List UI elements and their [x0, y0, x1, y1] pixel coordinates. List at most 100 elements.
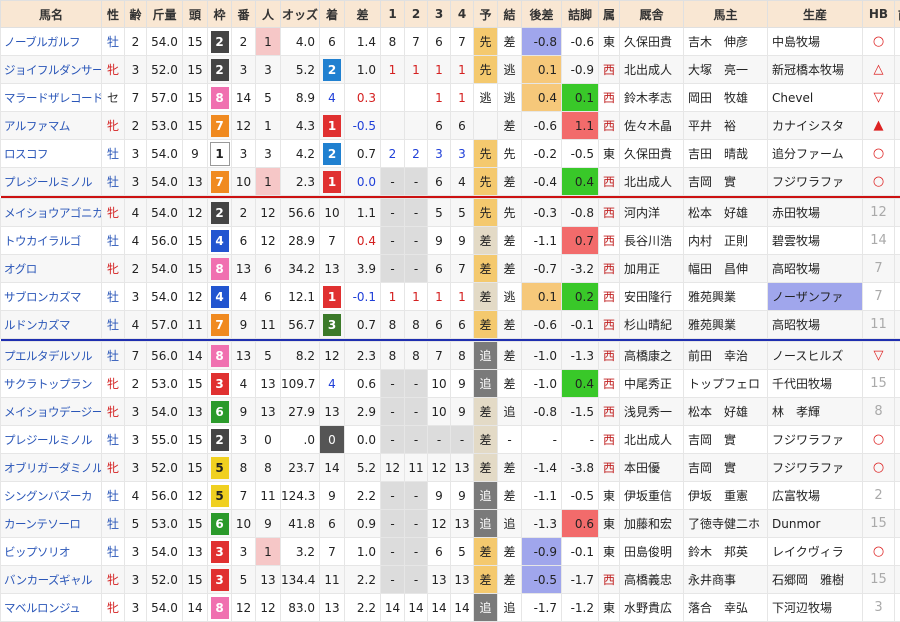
horse-name-link[interactable]: ロスコフ: [1, 140, 102, 168]
horse-name-link[interactable]: バンカーズギャル: [1, 566, 102, 594]
table-row[interactable]: サクラトップラン牝253.0153413109.740.6--109追差-1.0…: [1, 370, 900, 398]
table-row[interactable]: ジョイフルダンサー牝352.0152335.221.01111先逃0.1-0.9…: [1, 56, 900, 84]
breeder-link[interactable]: ノーザンファ: [768, 283, 863, 311]
breeder-link[interactable]: フジワラファ: [768, 426, 863, 454]
column-header[interactable]: 着: [320, 1, 345, 28]
horse-name-link[interactable]: オグロ: [1, 255, 102, 283]
trainer-link[interactable]: 高橋義忠: [620, 566, 684, 594]
owner-link[interactable]: 前田 幸治: [684, 342, 768, 370]
horse-name-link[interactable]: ビップソリオ: [1, 538, 102, 566]
horse-name-link[interactable]: メイショウアゴニカ: [1, 199, 102, 227]
column-header[interactable]: 人: [256, 1, 281, 28]
owner-link[interactable]: 大塚 亮一: [684, 56, 768, 84]
trainer-link[interactable]: 加藤和宏: [620, 510, 684, 538]
horse-name-link[interactable]: ルドンカズマ: [1, 311, 102, 339]
horse-name-link[interactable]: オブリガーダミノル: [1, 454, 102, 482]
breeder-link[interactable]: Chevel: [768, 84, 863, 112]
column-header[interactable]: 生産: [768, 1, 863, 28]
breeder-link[interactable]: フジワラファ: [768, 168, 863, 196]
column-header[interactable]: 1: [381, 1, 405, 28]
column-header[interactable]: 斤量: [147, 1, 183, 28]
owner-link[interactable]: 雅苑興業: [684, 283, 768, 311]
column-header[interactable]: 3: [428, 1, 451, 28]
trainer-link[interactable]: 中尾秀正: [620, 370, 684, 398]
column-header[interactable]: 結: [498, 1, 522, 28]
table-row[interactable]: ノーブルガルフ牡254.0152214.061.48767先差-0.8-0.6東…: [1, 28, 900, 56]
horse-name-link[interactable]: メイショウデージー: [1, 398, 102, 426]
trainer-link[interactable]: 加用正: [620, 255, 684, 283]
horse-name-link[interactable]: プレジールミノル: [1, 168, 102, 196]
breeder-link[interactable]: レイクヴィラ: [768, 538, 863, 566]
column-header[interactable]: 詰脚: [562, 1, 599, 28]
trainer-link[interactable]: 本田優: [620, 454, 684, 482]
horse-name-link[interactable]: マラードザレコード: [1, 84, 102, 112]
breeder-link[interactable]: 高昭牧場: [768, 255, 863, 283]
horse-name-link[interactable]: サブロンカズマ: [1, 283, 102, 311]
column-header[interactable]: 厩舎: [620, 1, 684, 28]
trainer-link[interactable]: 北出成人: [620, 426, 684, 454]
column-header[interactable]: 前半: [895, 1, 900, 28]
table-row[interactable]: メイショウアゴニカ牝454.012221256.6101.1--55先先-0.3…: [1, 199, 900, 227]
column-header[interactable]: 予: [474, 1, 498, 28]
breeder-link[interactable]: 下河辺牧場: [768, 594, 863, 622]
table-row[interactable]: メイショウデージー牝354.013691327.9132.9--109差追-0.…: [1, 398, 900, 426]
table-row[interactable]: ロスコフ牡354.091334.220.72233先先-0.2-0.5東久保田貴…: [1, 140, 900, 168]
horse-name-link[interactable]: アルファマム: [1, 112, 102, 140]
trainer-link[interactable]: 北出成人: [620, 168, 684, 196]
column-header[interactable]: 番: [232, 1, 256, 28]
trainer-link[interactable]: 高橋康之: [620, 342, 684, 370]
owner-link[interactable]: 伊坂 重憲: [684, 482, 768, 510]
table-row[interactable]: サブロンカズマ牡354.01244612.11-0.11111差逃0.10.2西…: [1, 283, 900, 311]
table-row[interactable]: オブリガーダミノル牝352.01558823.7145.212111213差差-…: [1, 454, 900, 482]
trainer-link[interactable]: 水野貴広: [620, 594, 684, 622]
horse-name-link[interactable]: ジョイフルダンサー: [1, 56, 102, 84]
column-header[interactable]: 頭: [183, 1, 208, 28]
horse-name-link[interactable]: マベルロンジュ: [1, 594, 102, 622]
trainer-link[interactable]: 杉山晴紀: [620, 311, 684, 339]
horse-name-link[interactable]: プレジールミノル: [1, 426, 102, 454]
column-header[interactable]: 馬主: [684, 1, 768, 28]
column-header[interactable]: 4: [451, 1, 474, 28]
column-header[interactable]: 馬名: [1, 1, 102, 28]
owner-link[interactable]: 落合 幸弘: [684, 594, 768, 622]
owner-link[interactable]: 雅苑興業: [684, 311, 768, 339]
column-header[interactable]: 属: [599, 1, 620, 28]
trainer-link[interactable]: 久保田貴: [620, 28, 684, 56]
breeder-link[interactable]: 広富牧場: [768, 482, 863, 510]
table-row[interactable]: ルドンカズマ牡457.011791156.730.78866差差-0.6-0.1…: [1, 311, 900, 339]
horse-name-link[interactable]: トウカイラルゴ: [1, 227, 102, 255]
owner-link[interactable]: 平井 裕: [684, 112, 768, 140]
column-header[interactable]: 齢: [125, 1, 147, 28]
breeder-link[interactable]: 林 孝輝: [768, 398, 863, 426]
horse-name-link[interactable]: ノーブルガルフ: [1, 28, 102, 56]
owner-link[interactable]: 吉田 晴哉: [684, 140, 768, 168]
table-row[interactable]: トウカイラルゴ牡456.015461228.970.4--99差差-1.10.7…: [1, 227, 900, 255]
horse-name-link[interactable]: カーンテソーロ: [1, 510, 102, 538]
column-header[interactable]: 差: [345, 1, 381, 28]
trainer-link[interactable]: 鈴木孝志: [620, 84, 684, 112]
owner-link[interactable]: 幅田 昌伸: [684, 255, 768, 283]
breeder-link[interactable]: Dunmor: [768, 510, 863, 538]
owner-link[interactable]: 永井商事: [684, 566, 768, 594]
breeder-link[interactable]: 新冠橋本牧場: [768, 56, 863, 84]
column-header[interactable]: 後差: [522, 1, 562, 28]
trainer-link[interactable]: 佐々木晶: [620, 112, 684, 140]
breeder-link[interactable]: 追分ファーム: [768, 140, 863, 168]
table-row[interactable]: オグロ牝254.015813634.2133.9--67差差-0.7-3.2西加…: [1, 255, 900, 283]
column-header[interactable]: 2: [405, 1, 428, 28]
column-header[interactable]: HB: [863, 1, 895, 28]
table-row[interactable]: プレジールミノル牡355.015230.000.0----差---西北出成人吉岡…: [1, 426, 900, 454]
breeder-link[interactable]: 高昭牧場: [768, 311, 863, 339]
owner-link[interactable]: 内村 正則: [684, 227, 768, 255]
breeder-link[interactable]: 石郷岡 雅樹: [768, 566, 863, 594]
table-row[interactable]: バンカーズギャル牝352.0153513134.4112.2--1313差差-0…: [1, 566, 900, 594]
trainer-link[interactable]: 安田隆行: [620, 283, 684, 311]
owner-link[interactable]: トップフェロ: [684, 370, 768, 398]
trainer-link[interactable]: 河内洋: [620, 199, 684, 227]
owner-link[interactable]: 吉岡 實: [684, 454, 768, 482]
table-row[interactable]: マラードザレコードセ757.01581458.940.311逃逃0.40.1西鈴…: [1, 84, 900, 112]
table-row[interactable]: ビップソリオ牡354.0133313.271.0--65差差-0.9-0.1東田…: [1, 538, 900, 566]
table-row[interactable]: カーンテソーロ牡553.015610941.860.9--1213追追-1.30…: [1, 510, 900, 538]
breeder-link[interactable]: カナイシスタ: [768, 112, 863, 140]
trainer-link[interactable]: 長谷川浩: [620, 227, 684, 255]
